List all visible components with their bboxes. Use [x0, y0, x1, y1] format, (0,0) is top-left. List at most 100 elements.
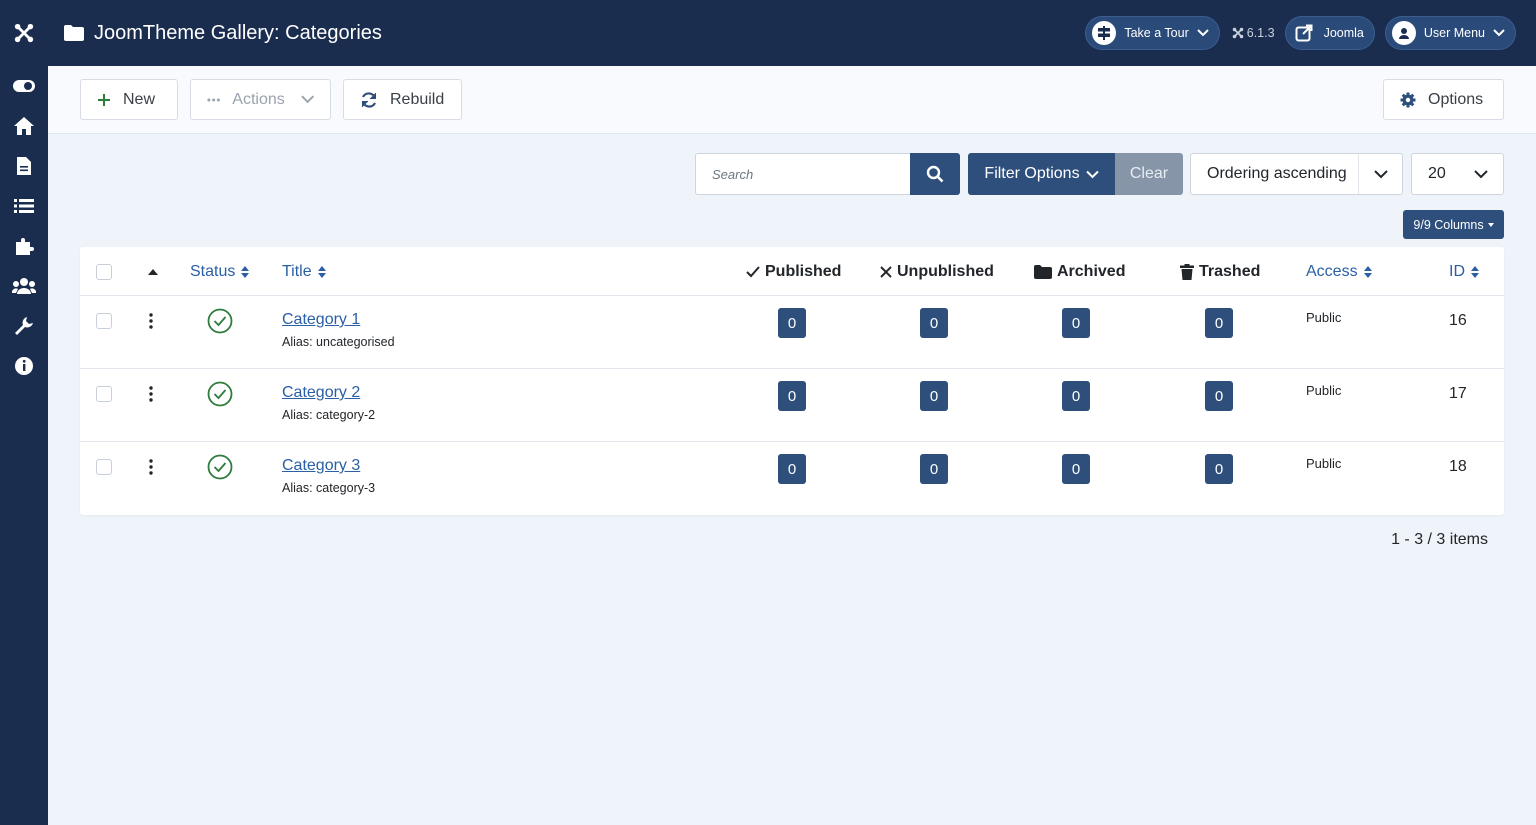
ellipsis-icon	[207, 97, 220, 102]
times-icon	[880, 265, 892, 278]
id-sort-header[interactable]: ID	[1449, 247, 1485, 296]
category-alias: Alias: category-2	[282, 408, 376, 422]
row-actions-menu[interactable]	[148, 313, 154, 334]
row-checkbox[interactable]	[96, 459, 112, 475]
archived-count-badge[interactable]: 0	[1062, 381, 1090, 411]
filter-options-button[interactable]: Filter Options	[968, 153, 1115, 195]
published-count-badge[interactable]: 0	[778, 454, 806, 484]
access-sort-header[interactable]: Access	[1306, 247, 1378, 296]
unpublished-header-label: Unpublished	[897, 262, 994, 280]
sidebar-item-system[interactable]	[0, 306, 48, 346]
chevron-down-icon	[1197, 29, 1209, 37]
take-tour-label: Take a Tour	[1124, 26, 1189, 40]
title-header-label: Title	[282, 262, 312, 280]
id-header-label: ID	[1449, 262, 1465, 280]
ordering-value: Ordering ascending	[1207, 165, 1347, 182]
category-title-link[interactable]: Category 2	[282, 384, 375, 402]
file-icon	[17, 157, 31, 175]
title-cell: Category 3 Alias: category-3	[282, 457, 375, 495]
sort-icon	[1363, 265, 1372, 278]
signpost-icon	[1092, 21, 1117, 45]
publish-status-toggle[interactable]	[207, 454, 233, 485]
published-count-badge[interactable]: 0	[778, 381, 806, 411]
sidebar-item-help[interactable]	[0, 346, 48, 386]
version-badge: 6.1.3	[1232, 26, 1275, 40]
trashed-count-badge[interactable]: 0	[1205, 381, 1233, 411]
sidebar-item-extensions[interactable]	[0, 226, 48, 266]
trashed-count-badge[interactable]: 0	[1205, 308, 1233, 338]
sort-icon	[1471, 265, 1479, 278]
archived-count-badge[interactable]: 0	[1062, 454, 1090, 484]
category-alias: Alias: uncategorised	[282, 335, 395, 349]
options-button[interactable]: Options	[1383, 79, 1504, 120]
joomla-logo[interactable]	[0, 0, 48, 66]
page-title: JoomTheme Gallery: Categories	[94, 21, 382, 44]
table-row: Category 1 Alias: uncategorised 0 0 0 0 Public…	[80, 296, 1504, 369]
search-input[interactable]: Search	[695, 153, 911, 195]
table-header: Status Title Published Unpublished Archi…	[80, 247, 1504, 296]
published-count-badge[interactable]: 0	[778, 308, 806, 338]
ordering-select[interactable]: Ordering ascending	[1190, 153, 1403, 195]
trashed-count-badge[interactable]: 0	[1205, 454, 1233, 484]
new-button[interactable]: New	[80, 79, 178, 120]
unpublished-count-badge[interactable]: 0	[920, 308, 948, 338]
ordering-sort-header[interactable]	[147, 247, 164, 296]
row-checkbox[interactable]	[96, 313, 112, 329]
row-checkbox[interactable]	[96, 386, 112, 402]
publish-status-toggle[interactable]	[207, 308, 233, 339]
info-icon	[15, 357, 33, 375]
take-tour-button[interactable]: Take a Tour	[1085, 16, 1220, 50]
sidebar-item-home[interactable]	[0, 106, 48, 146]
actions-button[interactable]: Actions	[190, 79, 331, 120]
archived-count-badge[interactable]: 0	[1062, 308, 1090, 338]
user-menu-button[interactable]: User Menu	[1384, 16, 1516, 50]
check-circle-icon	[207, 454, 233, 480]
sidebar-item-menus[interactable]	[0, 186, 48, 226]
chevron-down-icon	[1459, 154, 1503, 194]
limit-select[interactable]: 20	[1411, 153, 1504, 195]
ellipsis-vertical-icon	[149, 386, 153, 402]
ellipsis-vertical-icon	[149, 313, 153, 329]
publish-status-toggle[interactable]	[207, 381, 233, 412]
joomla-site-button[interactable]: Joomla	[1284, 16, 1375, 50]
select-all-checkbox[interactable]	[96, 263, 112, 280]
sidebar-item-content[interactable]	[0, 146, 48, 186]
plus-icon	[98, 93, 110, 106]
category-id: 16	[1449, 312, 1467, 329]
category-title-link[interactable]: Category 3	[282, 457, 375, 475]
status-header-label: Status	[190, 262, 236, 280]
sidebar-item-toggle[interactable]	[0, 66, 48, 106]
category-alias: Alias: category-3	[282, 481, 376, 495]
columns-button[interactable]: 9/9 Columns	[1403, 210, 1504, 239]
category-title-link[interactable]: Category 1	[282, 311, 395, 329]
published-header-label: Published	[765, 262, 842, 280]
title-cell: Category 1 Alias: uncategorised	[282, 311, 395, 349]
row-checkbox-cell	[96, 459, 112, 475]
clear-button[interactable]: Clear	[1115, 153, 1183, 195]
unpublished-count-badge[interactable]: 0	[920, 454, 948, 484]
title-sort-header[interactable]: Title	[282, 247, 332, 296]
rebuild-label: Rebuild	[390, 90, 445, 108]
sidebar-item-users[interactable]	[0, 266, 48, 306]
joomla-site-label: Joomla	[1323, 26, 1364, 40]
status-sort-header[interactable]: Status	[190, 247, 255, 296]
table-row: Category 2 Alias: category-2 0 0 0 0 Public 17	[80, 369, 1504, 442]
row-actions-menu[interactable]	[148, 386, 154, 407]
puzzle-icon	[16, 238, 34, 255]
sort-icon	[241, 265, 250, 278]
header-actions: Take a Tour 6.1.3 Joomla User Menu	[1075, 16, 1516, 50]
limit-value: 20	[1428, 165, 1446, 182]
options-label: Options	[1428, 90, 1484, 108]
trashed-header-label: Trashed	[1199, 262, 1261, 280]
title-cell: Category 2 Alias: category-2	[282, 384, 375, 422]
rebuild-button[interactable]: Rebuild	[343, 79, 462, 120]
sidebar	[0, 0, 48, 825]
search-button[interactable]	[910, 153, 960, 195]
gear-icon	[1400, 92, 1416, 107]
wrench-icon	[15, 317, 33, 335]
check-icon	[746, 265, 760, 277]
row-actions-menu[interactable]	[148, 459, 154, 480]
table-row: Category 3 Alias: category-3 0 0 0 0 Public 18	[80, 442, 1504, 515]
unpublished-header: Unpublished	[880, 247, 994, 296]
unpublished-count-badge[interactable]: 0	[920, 381, 948, 411]
